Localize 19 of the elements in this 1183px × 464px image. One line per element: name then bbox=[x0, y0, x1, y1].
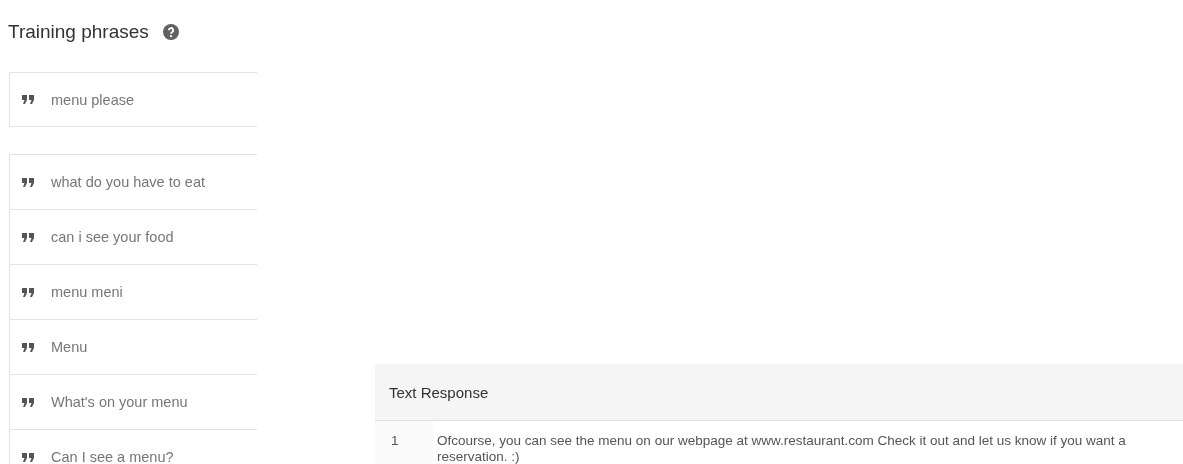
quote-icon bbox=[22, 177, 34, 187]
phrase-input[interactable]: menu please bbox=[9, 72, 257, 127]
help-icon[interactable] bbox=[162, 24, 179, 40]
training-phrase[interactable]: What's on your menu bbox=[51, 394, 188, 410]
training-phrase[interactable]: Menu bbox=[51, 339, 88, 355]
quote-icon bbox=[22, 342, 34, 352]
quote-icon bbox=[22, 287, 34, 297]
quote-icon bbox=[22, 452, 34, 462]
training-phrase[interactable]: Can I see a menu? bbox=[51, 449, 174, 464]
training-phrase[interactable]: what do you have to eat bbox=[51, 174, 205, 190]
row-number: 1 bbox=[375, 421, 433, 464]
training-phrase[interactable]: can i see your food bbox=[51, 229, 174, 245]
quote-icon bbox=[22, 397, 34, 407]
quote-icon bbox=[22, 95, 34, 104]
response-text[interactable]: Ofcourse, you can see the menu on our webpage at www.restaurant.com Check it out and let us know if you want a reservation. :) bbox=[433, 421, 1183, 464]
training-phrase[interactable]: menu meni bbox=[51, 284, 123, 300]
quote-icon bbox=[22, 232, 34, 242]
panel-title: Text Response bbox=[389, 383, 489, 401]
section-title: Training phrases bbox=[8, 21, 149, 43]
